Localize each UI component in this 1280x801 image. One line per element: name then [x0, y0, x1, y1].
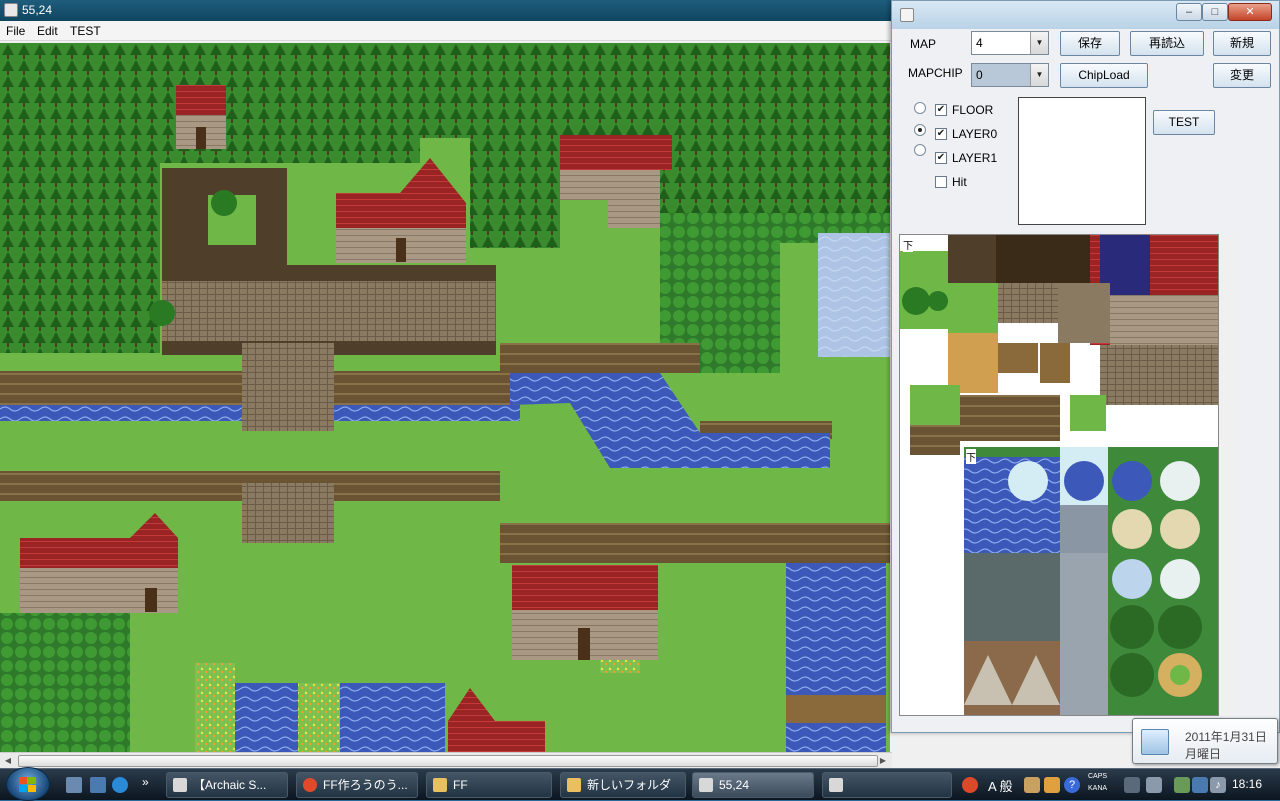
close-button[interactable]: ✕ [1228, 3, 1272, 21]
change-button[interactable]: 変更 [1213, 63, 1271, 88]
ie-browser-icon[interactable] [112, 777, 128, 793]
radio-layer0[interactable] [914, 124, 926, 136]
java-app-icon [4, 3, 18, 17]
chipset-palette[interactable]: 下 下 [899, 234, 1219, 716]
ime-indicator[interactable]: A 般 [988, 776, 1013, 795]
radio-floor[interactable] [914, 102, 926, 114]
map-label: MAP [910, 37, 937, 51]
chipset-tiles [900, 235, 1218, 715]
folder-icon [433, 778, 447, 792]
menu-file[interactable]: File [6, 24, 25, 38]
chipload-button[interactable]: ChipLoad [1060, 63, 1148, 88]
safely-remove-icon[interactable] [1174, 777, 1190, 793]
show-desktop-icon[interactable] [66, 777, 82, 793]
folder-icon [567, 778, 581, 792]
task-label: FF [453, 778, 468, 792]
scroll-left-icon[interactable]: ◀ [1, 755, 15, 767]
windows-logo-icon [19, 777, 36, 792]
layer1-label: LAYER1 [952, 151, 998, 165]
mapchip-select[interactable]: 0 ▼ [971, 63, 1049, 87]
document-icon [173, 778, 187, 792]
menu-edit[interactable]: Edit [37, 24, 58, 38]
volume-icon[interactable]: ♪ [1210, 777, 1226, 793]
menu-test[interactable]: TEST [70, 24, 101, 38]
layer1-checkbox[interactable]: ✔ [935, 152, 947, 164]
task-panel[interactable] [822, 772, 952, 798]
weekday-text: 月曜日 [1185, 747, 1222, 761]
task-label: 55,24 [719, 778, 750, 792]
kana-indicator: KANA [1088, 785, 1108, 792]
horizontal-scrollbar[interactable]: ◀ ▶ [0, 752, 892, 768]
help-icon[interactable]: ? [1064, 777, 1080, 793]
map-tiles [0, 43, 890, 752]
task-label: 【Archaic S... [193, 778, 267, 792]
hit-checkbox[interactable] [935, 176, 947, 188]
chipset-layer-tag: 下 [966, 449, 976, 464]
ime-dictionary-icon[interactable] [1044, 777, 1060, 793]
network-icon[interactable] [1192, 777, 1208, 793]
caps-indicator: CAPS [1088, 773, 1108, 780]
chrome-icon [303, 778, 317, 792]
chipset-scrollbar[interactable] [1219, 234, 1237, 716]
panel-title-bar[interactable]: – □ ✕ [892, 1, 1279, 29]
scroll-right-icon[interactable]: ▶ [876, 755, 890, 767]
task-editor[interactable]: 55,24 [692, 772, 814, 798]
tray-app-icon[interactable] [962, 777, 978, 793]
layer0-checkbox[interactable]: ✔ [935, 128, 947, 140]
floor-checkbox[interactable]: ✔ [935, 104, 947, 116]
date-text: 2011年1月31日 [1185, 730, 1267, 744]
map-select-value: 4 [976, 36, 983, 50]
start-button[interactable] [6, 767, 50, 801]
map-canvas[interactable] [0, 43, 890, 752]
date-tooltip: 2011年1月31日 月曜日 [1132, 718, 1278, 764]
task-label: FF作ろうのう... [323, 778, 408, 792]
window-switcher-icon[interactable] [90, 777, 106, 793]
main-window-title: 55,24 [22, 3, 53, 17]
chevron-down-icon[interactable]: ▼ [1030, 64, 1048, 86]
calendar-icon [1141, 729, 1169, 755]
tool-panel-window: – □ ✕ MAP 4 ▼ 保存 再読込 新規 MAPCHIP 0 ▼ Chip… [891, 0, 1280, 733]
maximize-button[interactable]: □ [1202, 3, 1228, 21]
reload-button[interactable]: 再読込 [1130, 31, 1204, 56]
minimize-button[interactable]: – [1176, 3, 1202, 21]
task-folder-ff[interactable]: FF [426, 772, 552, 798]
keyboard-icon[interactable] [1124, 777, 1140, 793]
map-select[interactable]: 4 ▼ [971, 31, 1049, 55]
layer0-label: LAYER0 [952, 127, 998, 141]
task-label: 新しいフォルダ [587, 778, 672, 792]
mapchip-select-value: 0 [976, 68, 983, 82]
clock[interactable]: 18:16 [1232, 777, 1262, 791]
scroll-thumb[interactable] [18, 755, 878, 767]
taskbar: » 【Archaic S... FF作ろうのう... FF 新しいフォルダ 55… [0, 767, 1280, 801]
display-icon[interactable] [1146, 777, 1162, 793]
chevron-down-icon[interactable]: ▼ [1030, 32, 1048, 54]
java-app-icon [699, 778, 713, 792]
chipset-layer-tag: 下 [903, 237, 913, 252]
java-app-icon [900, 8, 914, 22]
quicklaunch-overflow-icon[interactable]: » [142, 775, 149, 789]
new-button[interactable]: 新規 [1213, 31, 1271, 56]
mapchip-label: MAPCHIP [908, 66, 963, 80]
test-button[interactable]: TEST [1153, 110, 1215, 135]
task-archaic[interactable]: 【Archaic S... [166, 772, 288, 798]
task-chrome[interactable]: FF作ろうのう... [296, 772, 418, 798]
floor-label: FLOOR [952, 103, 994, 117]
ime-tool-icon[interactable] [1024, 777, 1040, 793]
radio-layer1[interactable] [914, 144, 926, 156]
chip-preview [1018, 97, 1146, 225]
save-button[interactable]: 保存 [1060, 31, 1120, 56]
task-new-folder[interactable]: 新しいフォルダ [560, 772, 686, 798]
hit-label: Hit [952, 175, 967, 189]
java-app-icon [829, 778, 843, 792]
